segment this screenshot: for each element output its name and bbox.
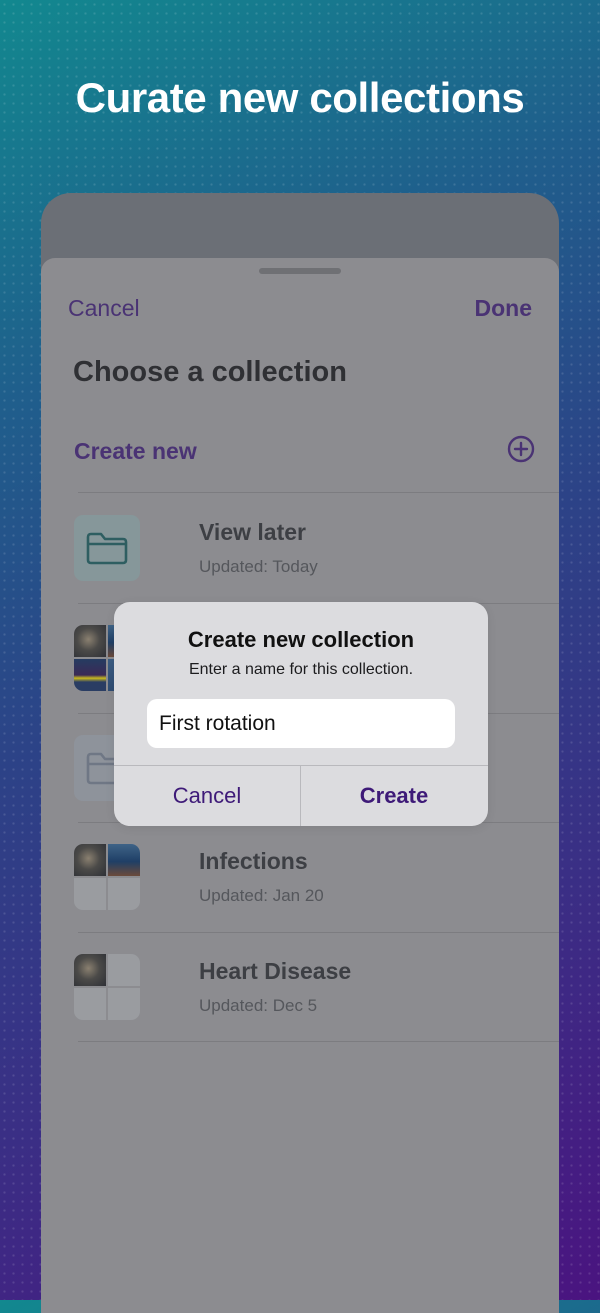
empty-thumbnail-slot: [74, 878, 106, 910]
empty-thumbnail-slot: [74, 988, 106, 1020]
book-cover-image: [108, 844, 140, 876]
list-item-heart-disease[interactable]: Heart Disease Updated: Dec 5: [74, 932, 559, 1041]
list-item-subtitle: Updated: Jan 20: [199, 886, 324, 905]
empty-thumbnail-slot: [108, 954, 140, 986]
promo-headline: Curate new collections: [75, 74, 525, 121]
folder-icon: [86, 532, 128, 565]
book-cover-image: [74, 659, 106, 691]
list-item-title: Infections: [199, 848, 308, 874]
dialog-create-button[interactable]: Create: [301, 766, 487, 826]
done-button[interactable]: Done: [475, 295, 533, 322]
book-cover-image: [74, 625, 106, 657]
create-collection-dialog: Create new collection Enter a name for t…: [114, 602, 488, 826]
list-item-subtitle: Updated: Today: [199, 557, 318, 576]
collection-name-input[interactable]: [147, 699, 455, 748]
plus-circle-icon[interactable]: [506, 434, 536, 464]
collection-thumbnail: [74, 515, 140, 581]
collection-thumbnail: [74, 954, 140, 1020]
cancel-button[interactable]: Cancel: [68, 295, 140, 322]
collection-thumbnail: [74, 844, 140, 910]
empty-thumbnail-slot: [108, 988, 140, 1020]
book-cover-image: [74, 844, 106, 876]
list-item-title: View later: [199, 519, 306, 545]
list-item-view-later[interactable]: View later Updated: Today: [74, 493, 559, 602]
sheet-grabber[interactable]: [259, 268, 341, 274]
dialog-message: Enter a name for this collection.: [188, 661, 414, 678]
list-item-subtitle: Updated: Dec 5: [199, 996, 318, 1015]
book-cover-image: [74, 954, 106, 986]
dialog-title: Create new collection: [187, 627, 415, 652]
list-item-title: Heart Disease: [199, 958, 352, 984]
create-new-label: Create new: [74, 438, 197, 464]
create-new-row[interactable]: Create new: [74, 418, 536, 480]
divider: [78, 1041, 559, 1042]
empty-thumbnail-slot: [108, 878, 140, 910]
sheet-title: Choose a collection: [73, 356, 347, 388]
list-item-infections[interactable]: Infections Updated: Jan 20: [74, 822, 559, 931]
dialog-cancel-button[interactable]: Cancel: [114, 766, 300, 826]
